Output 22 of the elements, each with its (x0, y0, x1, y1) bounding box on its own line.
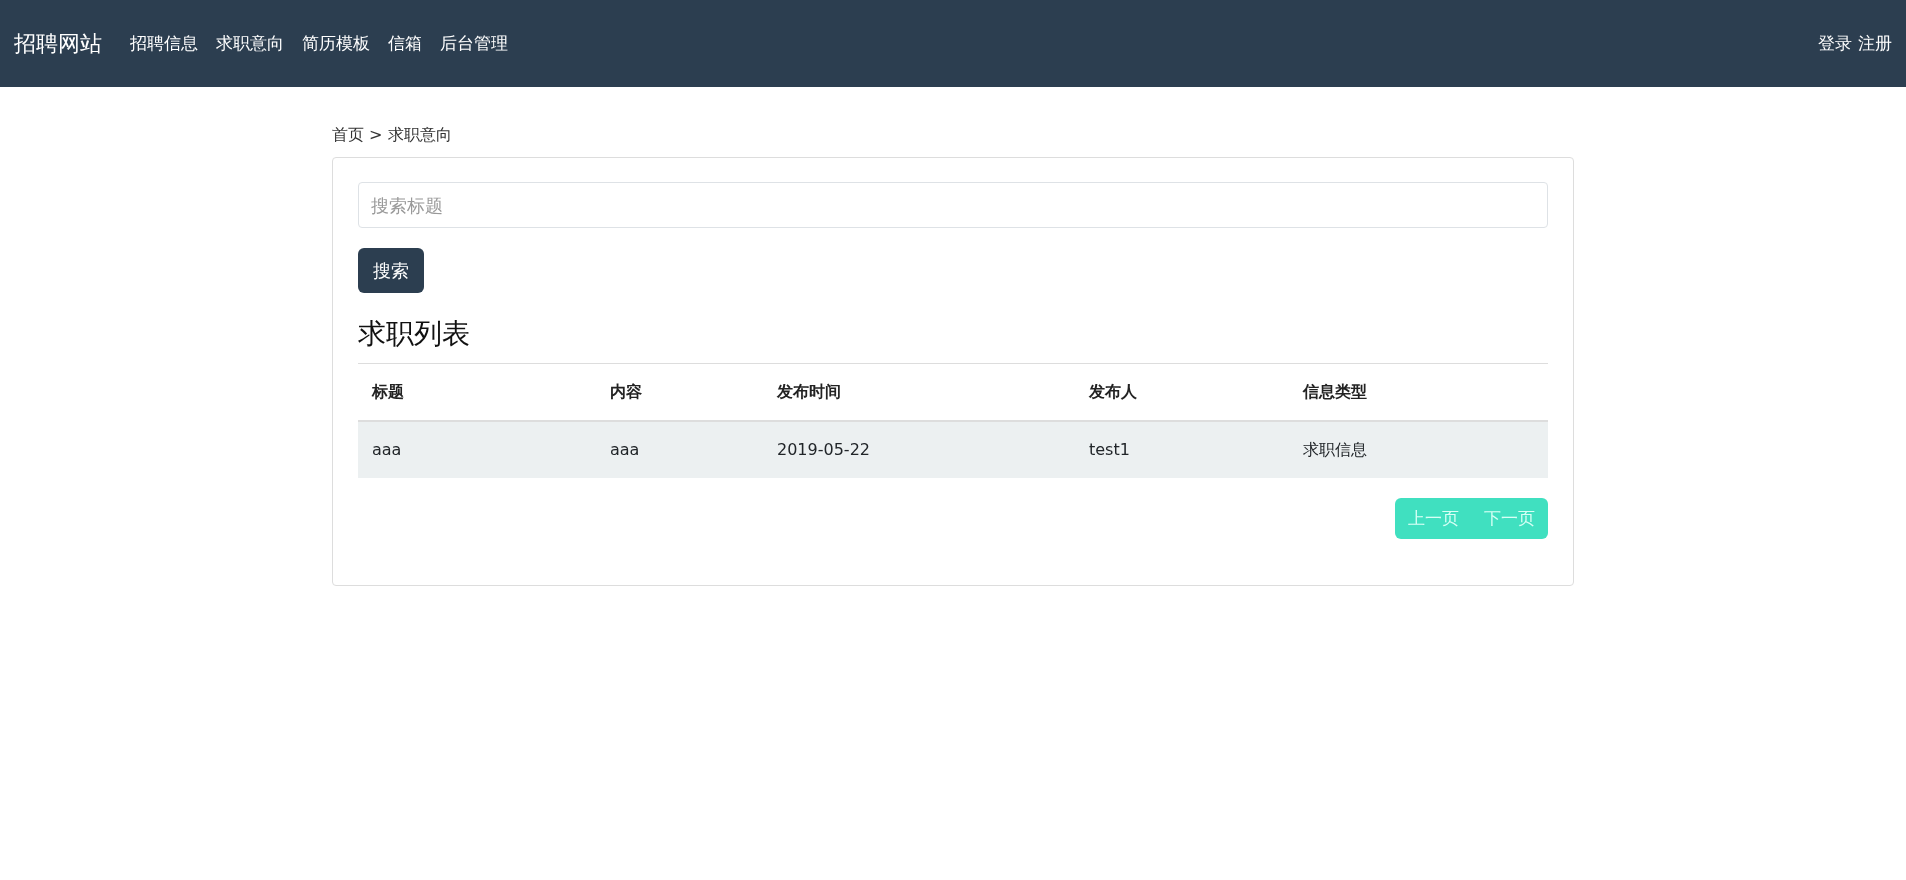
site-title[interactable]: 招聘网站 (14, 27, 102, 60)
nav-link[interactable]: 信箱 (388, 30, 422, 57)
nav-link[interactable]: 求职意向 (216, 30, 284, 57)
table-cell: aaa (596, 420, 763, 478)
nav-link[interactable]: 登录 (1818, 30, 1852, 57)
search-button[interactable]: 搜索 (358, 248, 424, 293)
search-field[interactable]: 搜索标题 (358, 182, 1548, 228)
table-cell: 求职信息 (1289, 420, 1548, 478)
column-header: 发布时间 (763, 363, 1075, 421)
nav-link[interactable]: 招聘信息 (130, 30, 198, 57)
nav-link[interactable]: 简历模板 (302, 30, 370, 57)
column-header: 发布人 (1075, 363, 1289, 421)
column-header: 内容 (596, 363, 763, 421)
table-cell: aaa (358, 420, 596, 478)
table-cell: 2019-05-22 (763, 420, 1075, 478)
nav-link[interactable]: 后台管理 (440, 30, 508, 57)
column-header: 标题 (358, 363, 596, 421)
list-title: 求职列表 (358, 317, 471, 351)
column-header: 信息类型 (1289, 363, 1548, 421)
nav-link[interactable]: 注册 (1858, 30, 1892, 57)
table-cell: test1 (1075, 420, 1289, 478)
breadcrumb: 首页 > 求职意向 (332, 124, 453, 146)
